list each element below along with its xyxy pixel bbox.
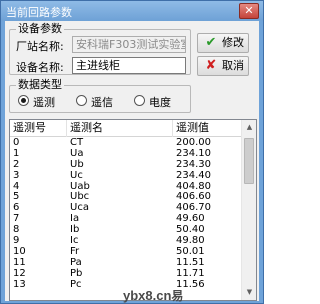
table-row[interactable]: 7 Ia 49.60 — [10, 213, 242, 225]
column-header-value[interactable]: 遥测值 — [173, 120, 242, 137]
cancel-button-label: 取消 — [222, 59, 244, 72]
list-header: 遥测号 遥测名 遥测值 — [10, 120, 242, 137]
checkmark-icon: ✔ — [205, 35, 217, 50]
radio-telesignal-label: 遥信 — [91, 96, 113, 109]
dialog-window: 当前回路参数 ✕ 设备参数 厂站名称: 安科瑞F303测试实验室 设备名称: 主… — [0, 0, 264, 304]
table-row[interactable]: 8 Ib 50.40 — [10, 224, 242, 236]
column-header-id[interactable]: 遥测号 — [10, 120, 67, 137]
table-row[interactable]: 11 Pa 11.51 — [10, 257, 242, 269]
row-name-cell: Pc — [70, 278, 82, 290]
table-row[interactable]: 12 Pb 11.71 — [10, 268, 242, 280]
table-row[interactable]: 10 Fr 50.01 — [10, 246, 242, 258]
device-params-group: 设备参数 厂站名称: 安科瑞F303测试实验室 设备名称: 主进线柜 — [9, 23, 191, 75]
cancel-button[interactable]: ✘ 取消 — [197, 56, 249, 76]
watermark-suffix: 易 — [171, 289, 184, 303]
radio-telemetry-indicator — [18, 95, 29, 106]
radio-energy-indicator — [134, 95, 145, 106]
table-row[interactable]: 9 Ic 49.80 — [10, 235, 242, 247]
radio-telesignal[interactable]: 遥信 — [76, 94, 126, 109]
row-id-cell: 13 — [13, 278, 26, 290]
vertical-scrollbar[interactable]: ▲ ▼ — [241, 120, 256, 300]
factory-name-field: 安科瑞F303测试实验室 — [72, 36, 186, 53]
device-name-field[interactable]: 主进线柜 — [72, 57, 186, 74]
close-icon: ✕ — [244, 4, 254, 17]
radio-telemetry[interactable]: 遥测 — [18, 94, 68, 109]
device-name-label: 设备名称: — [16, 61, 64, 74]
telemetry-list[interactable]: 遥测号 遥测名 遥测值 0 CT 200.00 1 Ua 234.10 2 Ub 234.30 3… — [9, 119, 257, 301]
radio-energy[interactable]: 电度 — [134, 94, 184, 109]
factory-name-label: 厂站名称: — [16, 40, 64, 53]
list-rows: 0 CT 200.00 1 Ua 234.10 2 Ub 234.30 3 Uc 234.40 4 Uab… — [10, 137, 242, 290]
scroll-up-icon[interactable]: ▲ — [245, 123, 254, 132]
cross-icon: ✘ — [205, 58, 217, 73]
radio-telemetry-label: 遥测 — [33, 96, 55, 109]
device-params-legend: 设备参数 — [16, 22, 64, 35]
watermark-logo: ybx8.cn易 — [123, 287, 183, 304]
column-header-name[interactable]: 遥测名 — [67, 120, 173, 137]
window-title: 当前回路参数 — [6, 6, 72, 19]
close-button[interactable]: ✕ — [239, 3, 259, 19]
scroll-down-icon[interactable]: ▼ — [245, 288, 254, 297]
dialog-body: 设备参数 厂站名称: 安科瑞F303测试实验室 设备名称: 主进线柜 ✔ 修改 … — [5, 21, 259, 304]
radio-energy-label: 电度 — [149, 96, 171, 109]
scroll-thumb[interactable] — [244, 138, 254, 184]
modify-button[interactable]: ✔ 修改 — [197, 33, 249, 53]
table-row[interactable]: 6 Uca 406.70 — [10, 202, 242, 214]
modify-button-label: 修改 — [222, 36, 244, 49]
data-type-group: 数据类型 遥测 遥信 电度 — [9, 79, 191, 113]
title-bar[interactable]: 当前回路参数 ✕ — [1, 1, 263, 21]
radio-telesignal-indicator — [76, 95, 87, 106]
data-type-legend: 数据类型 — [16, 78, 64, 91]
watermark-text: ybx8.cn — [123, 288, 172, 303]
